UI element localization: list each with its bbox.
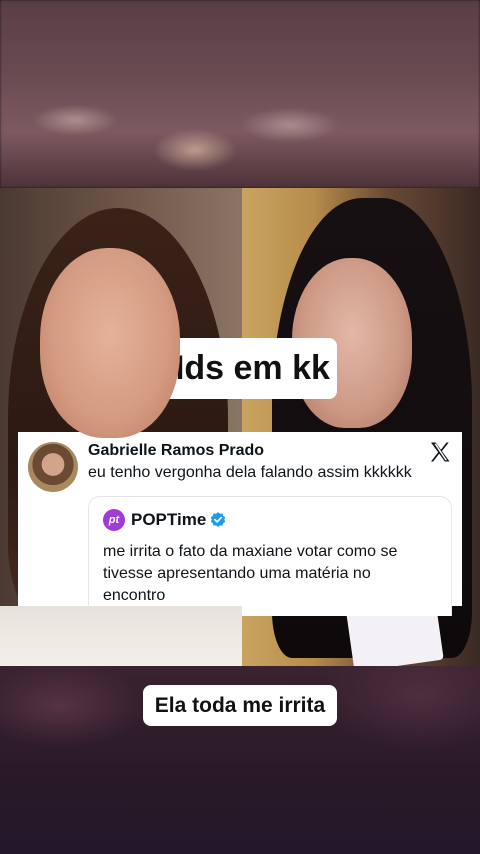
quote-author-name[interactable]: POPTime — [131, 510, 206, 530]
quoted-tweet[interactable]: pt POPTime me irrita o fato da maxiane v… — [88, 496, 452, 616]
x-logo-icon[interactable] — [428, 440, 452, 464]
tweet-card[interactable]: Gabrielle Ramos Prado eu tenho vergonha … — [18, 432, 462, 616]
tweet-author-name[interactable]: Gabrielle Ramos Prado — [88, 442, 264, 460]
poptime-logo: pt — [103, 509, 125, 531]
verified-badge-icon — [210, 512, 226, 527]
quote-text: me irrita o fato da maxiane votar como s… — [103, 543, 398, 604]
caption-bottom: Ela toda me irrita — [143, 685, 337, 726]
tweet-text: eu tenho vergonha dela falando assim kkk… — [88, 464, 412, 481]
photo-left-face — [40, 248, 180, 438]
blurred-background-top — [0, 0, 480, 188]
photo-left-shirt — [0, 606, 242, 666]
author-avatar[interactable] — [28, 442, 78, 492]
